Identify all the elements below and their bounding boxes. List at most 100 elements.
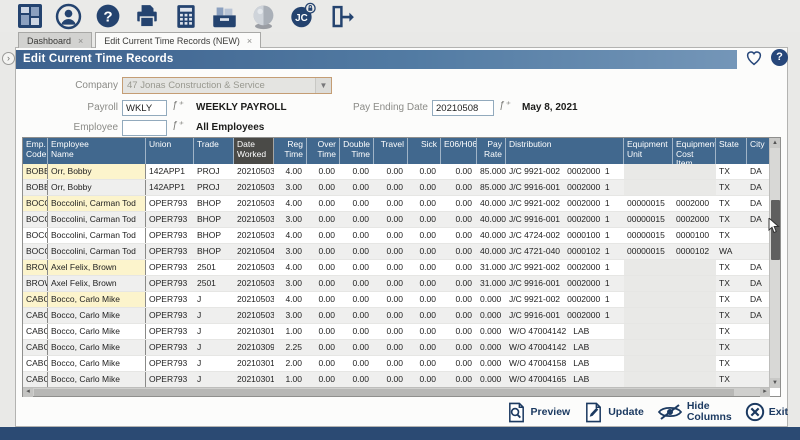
column-header-travel[interactable]: Travel xyxy=(374,138,408,164)
table-row[interactable]: CABOCBocco, Carlo MikeOPER793J202105033.… xyxy=(23,308,780,324)
cell-name[interactable]: Boccolini, Carman Tod xyxy=(48,228,146,243)
cell-dist[interactable]: W/O 47004142 LAB xyxy=(506,324,624,339)
cell-sick[interactable]: 0.00 xyxy=(408,180,441,195)
cell-over[interactable]: 0.00 xyxy=(307,324,340,339)
cell-city[interactable] xyxy=(747,324,771,339)
cell-travel[interactable]: 0.00 xyxy=(374,260,408,275)
cell-union[interactable]: OPER793 xyxy=(146,244,194,259)
table-row[interactable]: BOCCABoccolini, Carman TodOPER793BHOP202… xyxy=(23,196,780,212)
cell-date[interactable]: 20210503 xyxy=(234,276,274,291)
cell-eqcost[interactable] xyxy=(673,324,716,339)
column-header-date[interactable]: Date Worked xyxy=(234,138,274,164)
payroll-input[interactable] xyxy=(122,100,167,116)
cell-date[interactable]: 20210503 xyxy=(234,212,274,227)
cell-reg[interactable]: 4.00 xyxy=(274,260,307,275)
column-header-name[interactable]: Employee Name xyxy=(48,138,146,164)
cell-travel[interactable]: 0.00 xyxy=(374,356,408,371)
cell-union[interactable]: OPER793 xyxy=(146,356,194,371)
column-header-e06[interactable]: E06/H06 xyxy=(441,138,477,164)
cell-eqcost[interactable] xyxy=(673,260,716,275)
payroll-lookup-icon[interactable]: ƒ⁺ xyxy=(172,100,183,111)
cell-state[interactable]: TX xyxy=(716,340,747,355)
cell-over[interactable]: 0.00 xyxy=(307,196,340,211)
cell-state[interactable]: TX xyxy=(716,164,747,179)
cell-travel[interactable]: 0.00 xyxy=(374,276,408,291)
preview-button[interactable]: Preview xyxy=(506,402,571,423)
cell-reg[interactable]: 2.00 xyxy=(274,356,307,371)
cell-dist[interactable]: W/O 47004158 LAB xyxy=(506,356,624,371)
cell-reg[interactable]: 4.00 xyxy=(274,292,307,307)
column-header-state[interactable]: State xyxy=(716,138,747,164)
cell-city[interactable] xyxy=(747,356,771,371)
cell-trade[interactable]: J xyxy=(194,292,234,307)
company-select[interactable]: 47 Jonas Construction & Service ▼ xyxy=(122,77,332,94)
pay-ending-date-lookup-icon[interactable]: ƒ⁺ xyxy=(499,100,510,111)
cell-eqcost[interactable]: 0000100 xyxy=(673,228,716,243)
cell-state[interactable]: TX xyxy=(716,308,747,323)
user-profile-icon[interactable] xyxy=(55,3,82,30)
cell-e06[interactable]: 0.00 xyxy=(441,212,477,227)
cell-state[interactable]: TX xyxy=(716,228,747,243)
cell-dist[interactable]: J/C 4724-002 0000100 1 xyxy=(506,228,624,243)
cell-eqcost[interactable] xyxy=(673,372,716,387)
cell-over[interactable]: 0.00 xyxy=(307,276,340,291)
cell-travel[interactable]: 0.00 xyxy=(374,308,408,323)
cell-name[interactable]: Boccolini, Carman Tod xyxy=(48,244,146,259)
cell-state[interactable]: WA xyxy=(716,244,747,259)
table-row[interactable]: BROWNAxel Felix, BrownOPER79325012021050… xyxy=(23,276,780,292)
cell-sick[interactable]: 0.00 xyxy=(408,308,441,323)
tab-close-icon[interactable]: × xyxy=(78,36,83,46)
calculator-icon[interactable] xyxy=(172,3,199,30)
cell-equnit[interactable]: 00000015 xyxy=(624,196,673,211)
jc-lock-icon[interactable]: JC xyxy=(289,3,316,30)
cell-rate[interactable]: 0.000 xyxy=(477,372,506,387)
cell-date[interactable]: 20210503 xyxy=(234,164,274,179)
scroll-right-icon[interactable]: ▸ xyxy=(760,388,770,397)
vertical-scroll-thumb[interactable] xyxy=(771,200,780,260)
cell-sick[interactable]: 0.00 xyxy=(408,356,441,371)
table-row[interactable]: BOCCABoccolini, Carman TodOPER793BHOP202… xyxy=(23,212,780,228)
favorite-heart-icon[interactable] xyxy=(745,49,763,67)
cell-rate[interactable]: 40.000 xyxy=(477,228,506,243)
help-icon[interactable]: ? xyxy=(94,3,121,30)
cell-rate[interactable]: 85.000 xyxy=(477,180,506,195)
cell-state[interactable]: TX xyxy=(716,372,747,387)
cell-name[interactable]: Orr, Bobby xyxy=(48,180,146,195)
cell-rate[interactable]: 40.000 xyxy=(477,196,506,211)
cell-name[interactable]: Axel Felix, Brown xyxy=(48,276,146,291)
cell-dbl[interactable]: 0.00 xyxy=(340,372,374,387)
cell-dbl[interactable]: 0.00 xyxy=(340,324,374,339)
cell-city[interactable] xyxy=(747,372,771,387)
column-header-sick[interactable]: Sick xyxy=(408,138,441,164)
cell-over[interactable]: 0.00 xyxy=(307,212,340,227)
cell-equnit[interactable] xyxy=(624,260,673,275)
cell-code[interactable]: BROWN xyxy=(23,276,48,291)
cell-reg[interactable]: 1.00 xyxy=(274,324,307,339)
cell-code[interactable]: CABOC xyxy=(23,340,48,355)
cell-date[interactable]: 20210301 xyxy=(234,324,274,339)
update-button[interactable]: Update xyxy=(583,402,644,423)
cell-rate[interactable]: 40.000 xyxy=(477,244,506,259)
cell-dbl[interactable]: 0.00 xyxy=(340,212,374,227)
scroll-up-icon[interactable]: ▲ xyxy=(770,138,780,148)
pay-ending-date-input[interactable] xyxy=(432,100,494,116)
cell-rate[interactable]: 85.000 xyxy=(477,164,506,179)
cell-reg[interactable]: 3.00 xyxy=(274,308,307,323)
cell-reg[interactable]: 3.00 xyxy=(274,212,307,227)
cell-dist[interactable]: J/C 9916-001 0002000 1 xyxy=(506,180,624,195)
cell-dist[interactable]: J/C 9916-001 0002000 1 xyxy=(506,276,624,291)
cell-equnit[interactable] xyxy=(624,164,673,179)
cell-equnit[interactable] xyxy=(624,276,673,291)
cell-union[interactable]: OPER793 xyxy=(146,260,194,275)
cell-rate[interactable]: 31.000 xyxy=(477,276,506,291)
cell-e06[interactable]: 0.00 xyxy=(441,228,477,243)
cell-date[interactable]: 20210309 xyxy=(234,340,274,355)
cell-union[interactable]: OPER793 xyxy=(146,324,194,339)
cell-union[interactable]: OPER793 xyxy=(146,212,194,227)
cell-name[interactable]: Bocco, Carlo Mike xyxy=(48,356,146,371)
cell-state[interactable]: TX xyxy=(716,356,747,371)
cell-sick[interactable]: 0.00 xyxy=(408,196,441,211)
cell-state[interactable]: TX xyxy=(716,196,747,211)
cell-eqcost[interactable] xyxy=(673,180,716,195)
cell-code[interactable]: BOCCA xyxy=(23,212,48,227)
